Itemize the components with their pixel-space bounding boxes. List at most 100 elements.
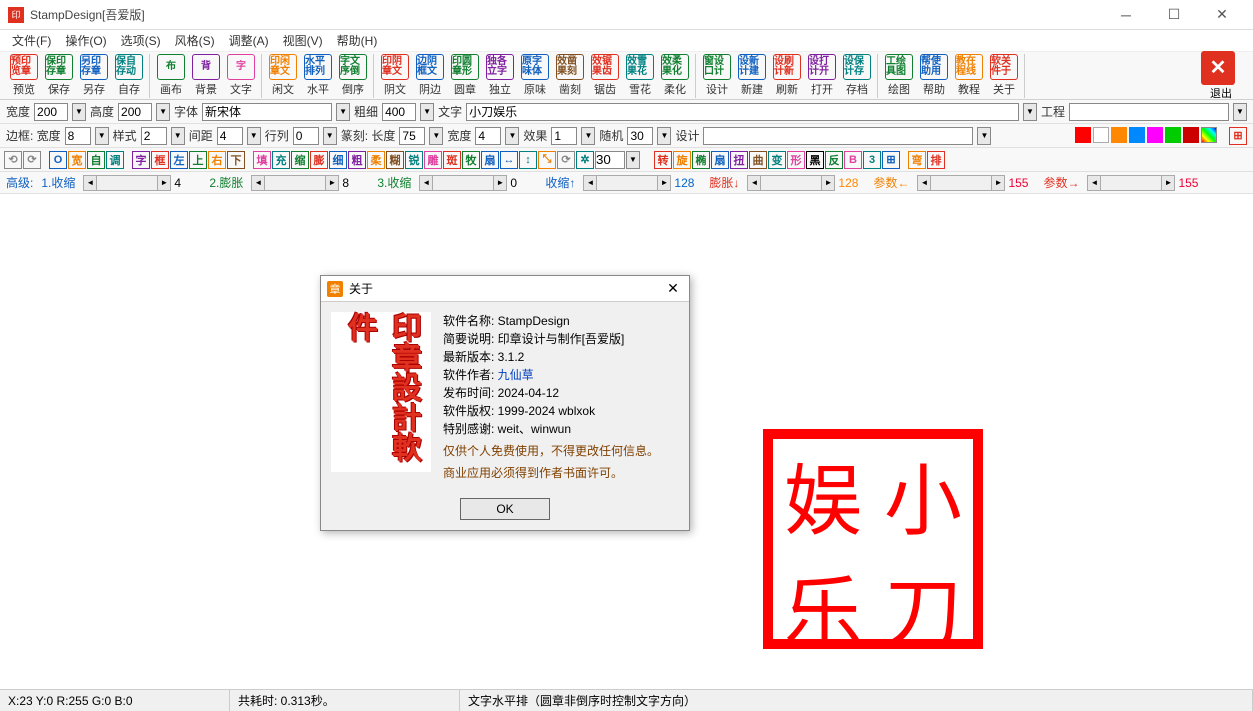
tool-17[interactable]: 缩 [291, 151, 309, 169]
tool-10[interactable]: 左 [170, 151, 188, 169]
tool2-2[interactable]: 椭 [692, 151, 710, 169]
tool-8[interactable]: 字 [132, 151, 150, 169]
tool-20[interactable]: 粗 [348, 151, 366, 169]
tool2-8[interactable]: 黑 [806, 151, 824, 169]
tool-5[interactable]: 自 [87, 151, 105, 169]
dialog-close-button[interactable]: ✕ [663, 279, 683, 299]
height-input[interactable] [118, 103, 152, 121]
toolbar-柔化[interactable]: 效柔果化柔化 [658, 54, 692, 98]
border-width-input[interactable] [65, 127, 91, 145]
font-input[interactable] [202, 103, 332, 121]
toolbar-自存[interactable]: 保自存动自存 [112, 54, 146, 98]
maximize-button[interactable]: ☐ [1151, 0, 1197, 30]
weight-dropdown-icon[interactable]: ▼ [420, 103, 434, 121]
font-dropdown-icon[interactable]: ▼ [336, 103, 350, 121]
random-input[interactable] [627, 127, 653, 145]
menu-item[interactable]: 文件(F) [6, 30, 57, 51]
menu-item[interactable]: 风格(S) [169, 30, 221, 51]
tool2-11[interactable]: 3 [863, 151, 881, 169]
menu-item[interactable]: 操作(O) [59, 30, 112, 51]
carve-len-input[interactable] [399, 127, 425, 145]
gap-input[interactable] [217, 127, 243, 145]
ok-button[interactable]: OK [460, 498, 550, 520]
tool-18[interactable]: 膨 [310, 151, 328, 169]
tool2-9[interactable]: 反 [825, 151, 843, 169]
toolbar-背景[interactable]: 背背景 [189, 54, 223, 98]
style-input[interactable] [141, 127, 167, 145]
tool-16[interactable]: 充 [272, 151, 290, 169]
tool-29[interactable]: ↕ [519, 151, 537, 169]
effect-input[interactable] [551, 127, 577, 145]
angle-input[interactable] [595, 151, 625, 169]
paramleft-slider[interactable]: ◄►155 [917, 175, 1035, 191]
carve-width-input[interactable] [475, 127, 501, 145]
tool-32[interactable]: ✲ [576, 151, 594, 169]
shrinkup-slider[interactable]: ◄►128 [583, 175, 701, 191]
toolbar-圆章[interactable]: 印圆章形圆章 [448, 54, 482, 98]
tool2-5[interactable]: 曲 [749, 151, 767, 169]
tool-25[interactable]: 斑 [443, 151, 461, 169]
toolbar-阴边[interactable]: 边阴框文阴边 [413, 54, 447, 98]
width-dropdown-icon[interactable]: ▼ [72, 103, 86, 121]
close-button[interactable]: ✕ [1199, 0, 1245, 30]
toolbar-画布[interactable]: 布画布 [154, 54, 188, 98]
tool-28[interactable]: ↔ [500, 151, 518, 169]
toolbar-雪花[interactable]: 效雪果花雪花 [623, 54, 657, 98]
tool-3[interactable]: O [49, 151, 67, 169]
tool2-15[interactable]: 排 [927, 151, 945, 169]
swatch-white[interactable] [1093, 127, 1109, 143]
grid-icon[interactable]: ⊞ [1229, 127, 1247, 145]
tool-23[interactable]: 锐 [405, 151, 423, 169]
toolbar-帮助[interactable]: 帮使助用帮助 [917, 54, 951, 98]
tool-27[interactable]: 扇 [481, 151, 499, 169]
tool2-7[interactable]: 形 [787, 151, 805, 169]
tool2-3[interactable]: 扇 [711, 151, 729, 169]
swatch-darkred[interactable] [1183, 127, 1199, 143]
height-dropdown-icon[interactable]: ▼ [156, 103, 170, 121]
tool-11[interactable]: 上 [189, 151, 207, 169]
tool-0[interactable]: ⟲ [4, 151, 22, 169]
shrink3-slider[interactable]: ◄►0 [419, 175, 537, 191]
tool-15[interactable]: 填 [253, 151, 271, 169]
toolbar-存档[interactable]: 设保计存存档 [840, 54, 874, 98]
swatch-green[interactable] [1165, 127, 1181, 143]
swatch-red[interactable] [1075, 127, 1091, 143]
tool-22[interactable]: 糊 [386, 151, 404, 169]
toolbar-倒序[interactable]: 字文序倒倒序 [336, 54, 370, 98]
toolbar-阴文[interactable]: 印阴章文阴文 [378, 54, 412, 98]
toolbar-水平[interactable]: 水平排列水平 [301, 54, 335, 98]
toolbar-打开[interactable]: 设打计开打开 [805, 54, 839, 98]
toolbar-绘图[interactable]: 工绘具图绘图 [882, 54, 916, 98]
text-input[interactable] [466, 103, 1019, 121]
tool-4[interactable]: 宽 [68, 151, 86, 169]
design-input[interactable] [703, 127, 973, 145]
toolbar-刷新[interactable]: 设刷计新刷新 [770, 54, 804, 98]
tool-6[interactable]: 调 [106, 151, 124, 169]
swatch-multi[interactable] [1201, 127, 1217, 143]
exit-button[interactable]: ✕ [1201, 51, 1235, 85]
tool2-12[interactable]: ⊞ [882, 151, 900, 169]
toolbar-锯齿[interactable]: 效锯果齿锯齿 [588, 54, 622, 98]
weight-input[interactable] [382, 103, 416, 121]
toolbar-设计[interactable]: 窗设口计设计 [700, 54, 734, 98]
tool-24[interactable]: 雕 [424, 151, 442, 169]
toolbar-独立[interactable]: 独各立字独立 [483, 54, 517, 98]
project-dropdown-icon[interactable]: ▼ [1233, 103, 1247, 121]
toolbar-原味[interactable]: 原字味体原味 [518, 54, 552, 98]
minimize-button[interactable]: ─ [1103, 0, 1149, 30]
shrink1-slider[interactable]: ◄►4 [83, 175, 201, 191]
toolbar-保存[interactable]: 保印存章保存 [42, 54, 76, 98]
menu-item[interactable]: 帮助(H) [331, 30, 384, 51]
rowcol-input[interactable] [293, 127, 319, 145]
swatch-magenta[interactable] [1147, 127, 1163, 143]
tool-21[interactable]: 柔 [367, 151, 385, 169]
tool2-4[interactable]: 扭 [730, 151, 748, 169]
swatch-blue[interactable] [1129, 127, 1145, 143]
toolbar-教程[interactable]: 教在程线教程 [952, 54, 986, 98]
toolbar-闲文[interactable]: 印闲章文闲文 [266, 54, 300, 98]
toolbar-凿刻[interactable]: 效凿果刻凿刻 [553, 54, 587, 98]
tool-13[interactable]: 下 [227, 151, 245, 169]
tool-9[interactable]: 框 [151, 151, 169, 169]
tool2-14[interactable]: 弯 [908, 151, 926, 169]
expanddown-slider[interactable]: ◄►128 [747, 175, 865, 191]
